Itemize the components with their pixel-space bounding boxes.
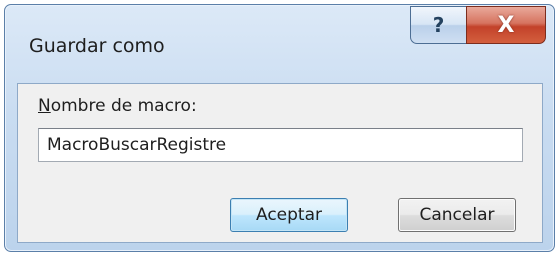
cancel-button[interactable]: Cancelar [398,198,516,232]
help-icon: ? [432,13,445,37]
dialog-body: Nombre de macro: Aceptar Cancelar [17,83,543,243]
accept-button[interactable]: Aceptar [230,198,348,232]
macro-name-input[interactable] [38,128,523,162]
macro-name-label: Nombre de macro: [38,96,197,116]
close-button[interactable]: X [466,6,546,44]
close-icon: X [497,12,515,38]
macro-name-label-text: ombre de macro: [50,96,197,116]
title-bar[interactable]: Guardar como ? X [5,5,554,85]
help-button[interactable]: ? [410,6,466,44]
dialog-title: Guardar como [29,35,165,57]
save-as-dialog: Guardar como ? X Nombre de macro: Acepta… [4,4,555,252]
macro-name-label-accesskey: N [38,96,51,116]
